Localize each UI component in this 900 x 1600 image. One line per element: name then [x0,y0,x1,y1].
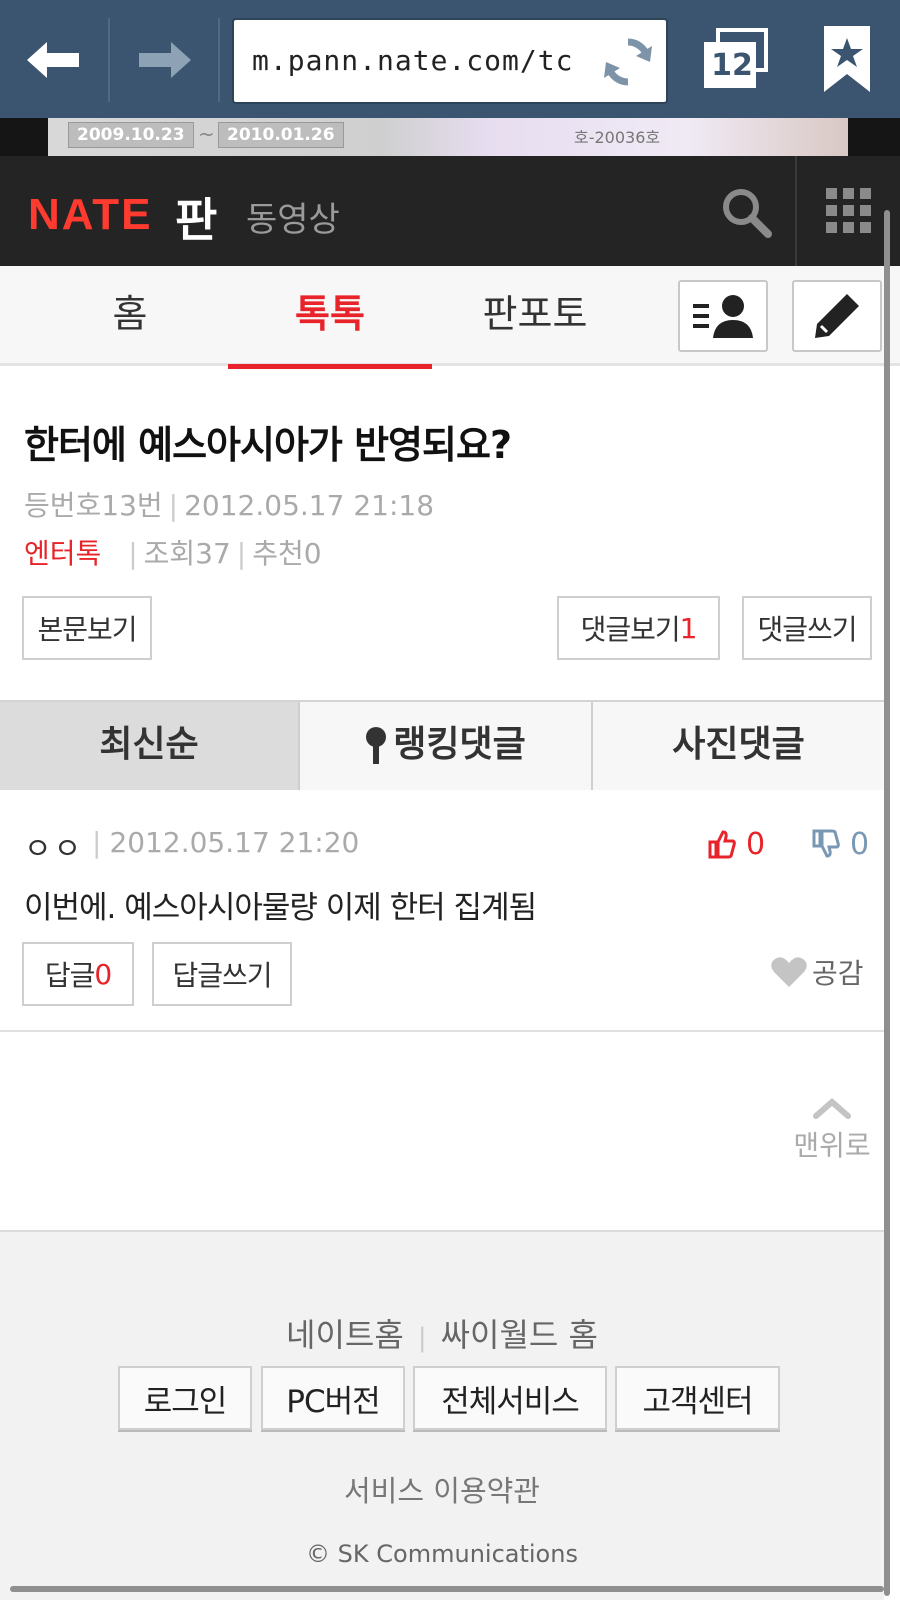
reply-count: 0 [94,957,112,991]
ad-date-sep: ~ [198,122,215,146]
article-author[interactable]: 등번호13번 [24,489,163,522]
view-comments-label: 댓글보기 [580,613,681,646]
sort-latest-tab[interactable]: 최신순 [0,702,298,790]
tabs-button[interactable]: 12 [700,26,770,92]
comment-count: 1 [679,611,698,645]
my-page-button[interactable] [678,280,768,352]
customer-center-button[interactable]: 고객센터 [615,1366,780,1430]
back-button[interactable] [8,18,98,102]
cyworld-home-link[interactable]: 싸이월드 홈 [441,1316,598,1354]
ad-strip: 2009.10.23 ~ 2010.01.26 호-20036호 [0,118,900,156]
grid-menu-icon[interactable] [824,186,874,236]
tab-count: 12 [711,48,753,83]
footer-links: 네이트홈 | 싸이월드 홈 [0,1310,884,1356]
view-comments-button[interactable]: 댓글보기 1 [557,596,720,660]
horizontal-scrollbar[interactable] [10,1586,884,1592]
forward-arrow-icon [139,42,191,78]
view-count: 조회37 [143,537,231,570]
footer-separator: | [417,1323,427,1353]
address-bar[interactable]: m.pann.nate.com/tc [232,18,668,104]
thumbs-down-icon [812,829,840,858]
dislike-count: 0 [850,826,870,862]
thumbs-up-icon [708,830,736,859]
browser-toolbar: m.pann.nate.com/tc 12 [0,0,900,118]
category-link[interactable]: 엔터톡 [24,537,101,570]
ad-fragment: 호-20036호 [574,128,661,147]
view-body-button[interactable]: 본문보기 [22,596,152,660]
comment-datetime: | 2012.05.17 21:20 [92,826,359,859]
search-icon[interactable] [718,184,774,240]
like-count: 0 [746,826,766,862]
pc-version-button[interactable]: PC버전 [261,1366,405,1430]
ad-date-end: 2010.01.26 [218,122,344,148]
copyright: © SK Communications [306,1540,578,1568]
sort-ranking-label: 랭킹댓글 [393,724,526,765]
sort-photo-tab[interactable]: 사진댓글 [593,702,884,790]
toolbar-divider [218,18,220,102]
dislike-button[interactable]: 0 [812,826,869,862]
write-comment-button[interactable]: 댓글쓰기 [742,596,872,660]
url-text[interactable]: m.pann.nate.com/tc [252,44,588,77]
login-button[interactable]: 로그인 [118,1366,252,1430]
header-divider [795,156,797,266]
user-list-icon [693,295,753,338]
reply-label: 답글 [44,959,96,992]
article-stats: 엔터톡 | 조회37 | 추천0 [24,532,322,572]
all-services-button[interactable]: 전체서비스 [413,1366,607,1430]
back-arrow-icon [27,42,79,78]
footer: 네이트홈 | 싸이월드 홈 로그인 PC버전 전체서비스 고객센터 서비스 이용약관… [0,1230,884,1600]
terms-link[interactable]: 서비스 이용약관 [0,1468,884,1510]
empathy-label: 공감 [812,957,864,990]
forward-button[interactable] [120,18,210,102]
write-reply-button[interactable]: 답글쓰기 [152,942,292,1006]
tab-toktok[interactable]: 톡톡 [228,266,432,369]
meta-separator: | [168,489,179,522]
back-to-top-label: 맨위로 [793,1129,871,1162]
ranking-pin-icon [366,727,387,764]
article-datetime: 2012.05.17 21:18 [184,489,435,522]
article-meta: 등번호13번 | 2012.05.17 21:18 [24,484,434,524]
empathy-button[interactable]: 공감 [770,952,864,992]
write-post-button[interactable] [792,280,882,352]
reload-icon[interactable] [600,34,656,90]
like-button[interactable]: 0 [708,826,765,862]
heart-icon [771,957,807,987]
meta-separator: | [92,826,102,859]
recommend-count: 추천0 [252,537,322,570]
back-to-top-button[interactable]: 맨위로 [790,1096,874,1164]
meta-separator: | [128,537,138,570]
vertical-scrollbar[interactable] [884,210,890,1596]
chevron-up-icon [813,1098,851,1119]
main-tabs: 홈 톡톡 판포토 [0,266,900,369]
nate-home-link[interactable]: 네이트홈 [286,1316,404,1354]
video-link[interactable]: 동영상 [246,192,340,241]
toolbar-divider [108,18,110,102]
comment-author[interactable]: ㅇㅇ [24,824,83,868]
comment-sort-tabs: 최신순 랭킹댓글 사진댓글 [0,700,884,790]
bookmark-star-icon[interactable] [820,22,874,96]
article-title: 한터에 예스아시아가 반영되요? [24,423,512,467]
pann-section-title[interactable]: 판 [175,184,217,250]
ad-banner[interactable]: 2009.10.23 ~ 2010.01.26 호-20036호 [48,118,848,156]
tab-home[interactable]: 홈 [30,266,230,366]
tab-panphoto[interactable]: 판포토 [432,266,638,366]
pencil-icon [815,294,859,338]
ad-date-start: 2009.10.23 [68,122,194,148]
nate-logo[interactable]: NATE [28,190,153,240]
comment-datetime-text: 2012.05.17 21:20 [109,826,360,859]
comment-divider [0,1030,884,1032]
site-header: NATE 판 동영상 [0,156,900,266]
meta-separator: | [236,537,247,570]
reply-button[interactable]: 답글 0 [22,942,134,1006]
sort-ranking-tab[interactable]: 랭킹댓글 [298,702,593,790]
comment-text: 이번에. 예스아시아물량 이제 한터 집계됨 [24,890,537,926]
